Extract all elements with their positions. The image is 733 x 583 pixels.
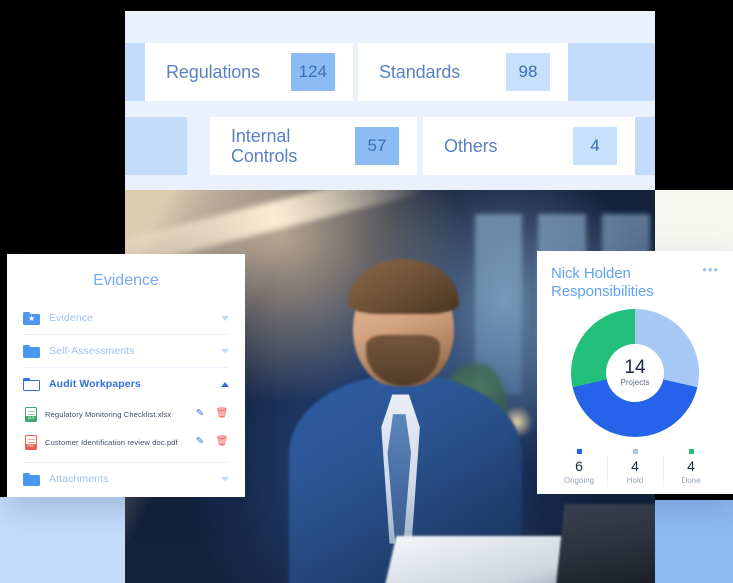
legend-label: Ongoing: [563, 476, 595, 485]
stat-value: 98: [506, 53, 550, 91]
legend-dot-icon: [576, 449, 582, 454]
responsibilities-title: Nick Holden Responsibilities: [551, 265, 654, 300]
file-row[interactable]: XLS Regulatory Monitoring Checklist.xlsx…: [23, 400, 229, 428]
legend-dot-icon: [632, 449, 638, 454]
composite-stage: Regulations 124 Standards 98 Internal Co…: [0, 0, 733, 583]
stat-label: Regulations: [166, 62, 260, 82]
background-block-top-right: [645, 190, 733, 256]
stat-label: Others: [444, 136, 498, 156]
tree-item-label: Audit Workpapers: [49, 378, 141, 390]
edit-icon[interactable]: ✎: [193, 408, 207, 420]
file-row[interactable]: PDF Customer Identification review doc.p…: [23, 428, 229, 456]
stat-peek-block: [125, 43, 147, 101]
stat-value: 4: [573, 127, 617, 165]
tree-item-audit-workpapers[interactable]: Audit Workpapers: [23, 368, 229, 400]
legend-label: Done: [681, 476, 701, 485]
stat-label: Standards: [379, 62, 461, 82]
stat-peek-block: [568, 43, 655, 101]
donut-center-caption: Projects: [620, 378, 650, 387]
stat-card-standards[interactable]: Standards 98: [358, 43, 568, 101]
pdf-file-icon: PDF: [25, 434, 37, 450]
legend-count: 6: [575, 458, 583, 474]
delete-icon[interactable]: 🗑: [215, 408, 229, 420]
stats-panel: Regulations 124 Standards 98 Internal Co…: [125, 11, 655, 190]
stat-value: 57: [355, 127, 399, 165]
responsibilities-header: Nick Holden Responsibilities •••: [551, 263, 719, 301]
stat-card-others[interactable]: Others 4: [423, 117, 635, 175]
edit-icon[interactable]: ✎: [193, 436, 207, 448]
delete-icon[interactable]: 🗑: [215, 436, 229, 448]
stat-label: Internal Controls: [231, 126, 298, 166]
background-block-bottom-left: [0, 497, 126, 583]
file-name: Regulatory Monitoring Checklist.xlsx: [45, 409, 172, 419]
responsibilities-donut-chart: 14 Projects: [571, 309, 699, 437]
tree-item-label: Self-Assessments: [49, 345, 135, 357]
chevron-up-icon[interactable]: [221, 381, 229, 387]
legend-item-ongoing[interactable]: 6 Ongoing: [551, 449, 607, 486]
chevron-down-icon[interactable]: [221, 476, 229, 482]
tree-item-self-assessments[interactable]: Self-Assessments: [23, 335, 229, 368]
more-options-icon[interactable]: •••: [702, 263, 719, 276]
legend-item-done[interactable]: 4 Done: [663, 449, 719, 487]
folder-icon: [23, 344, 40, 358]
legend-count: 4: [631, 458, 639, 474]
photo-desk-laptop: [555, 504, 655, 583]
folder-open-icon: [23, 377, 40, 391]
legend-label: Hold: [626, 476, 644, 485]
file-name: Customer Identification review doc.pdf: [45, 437, 178, 447]
donut-center-number: 14: [624, 357, 646, 378]
stat-card-regulations[interactable]: Regulations 124: [145, 43, 353, 101]
tree-item-attachments[interactable]: Attachments: [23, 462, 229, 495]
stat-peek-block: [125, 117, 187, 175]
tree-item-evidence[interactable]: ★ Evidence: [23, 302, 229, 335]
chevron-down-icon[interactable]: [221, 315, 229, 321]
responsibilities-card: Nick Holden Responsibilities ••• 14 Proj…: [537, 251, 733, 494]
evidence-card: Evidence ★ Evidence Self-Assessments Aud…: [7, 254, 245, 497]
xlsx-file-icon: XLS: [25, 406, 37, 422]
legend-count: 4: [687, 458, 695, 474]
donut-center-label: 14 Projects: [606, 344, 664, 402]
responsibilities-legend: 6 Ongoing 4 Hold 4 Done: [551, 449, 719, 487]
folder-icon: [23, 472, 40, 486]
stat-peek-block: [635, 117, 655, 175]
folder-star-icon: ★: [23, 311, 40, 325]
legend-item-hold[interactable]: 4 Hold: [607, 449, 663, 487]
tree-item-label: Evidence: [49, 312, 93, 324]
chevron-down-icon[interactable]: [221, 348, 229, 354]
tree-item-label: Attachments: [49, 473, 109, 485]
stat-card-internal-controls[interactable]: Internal Controls 57: [210, 117, 417, 175]
background-block-bottom-right: [655, 500, 733, 583]
legend-dot-icon: [688, 449, 694, 454]
evidence-card-title: Evidence: [93, 272, 159, 289]
stat-value: 124: [290, 53, 335, 91]
